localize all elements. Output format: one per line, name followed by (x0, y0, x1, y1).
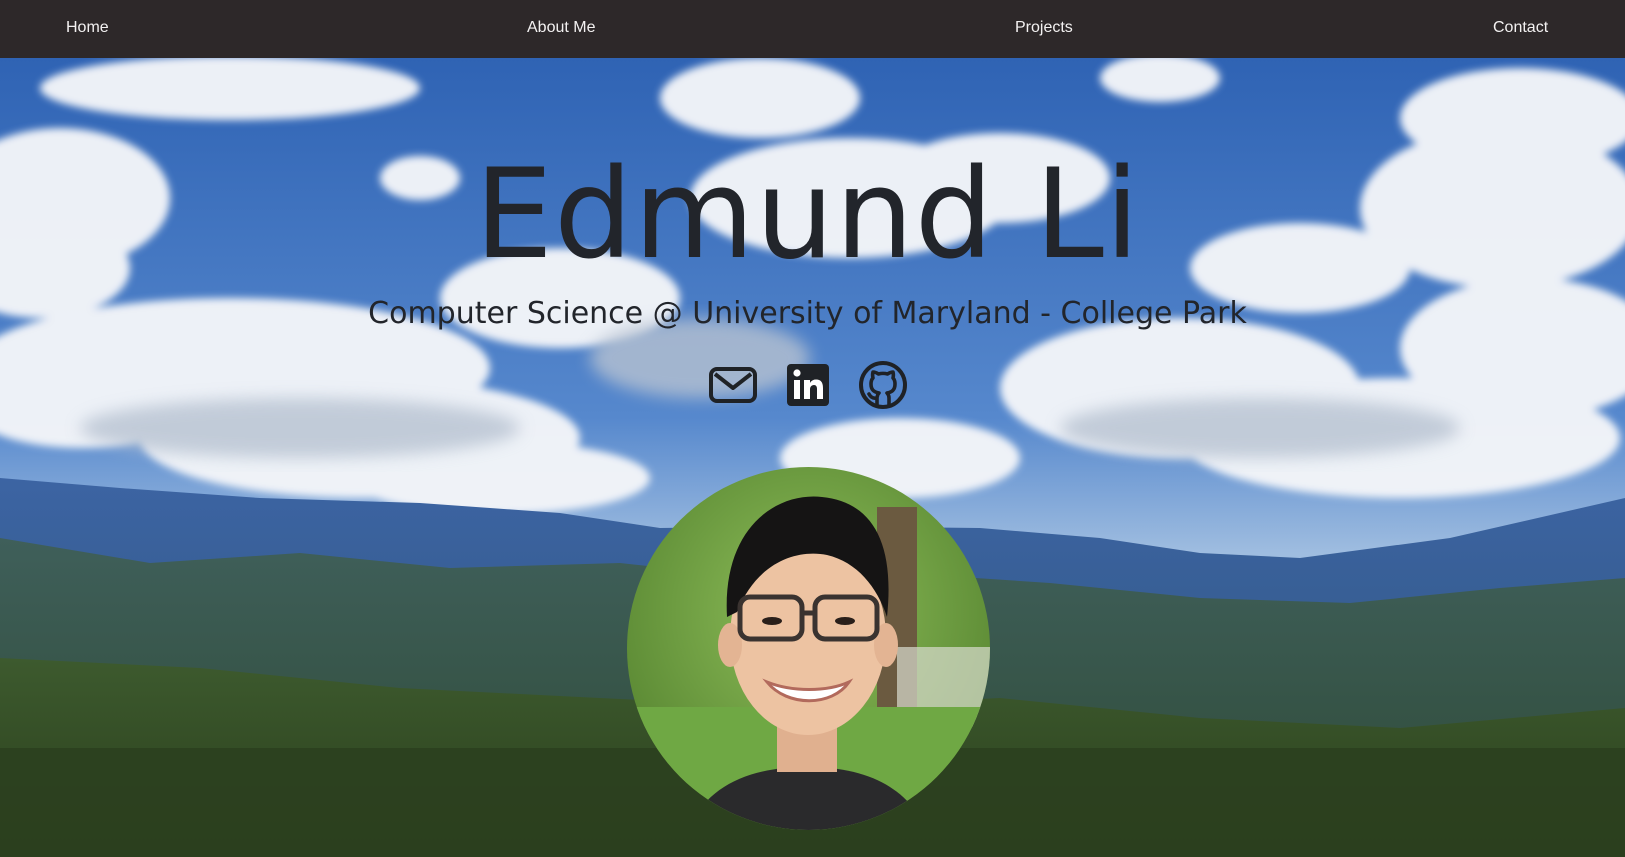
nav-home-link[interactable]: Home (66, 0, 109, 56)
top-navbar: Home About Me Projects Contact (0, 0, 1625, 58)
linkedin-icon[interactable] (783, 360, 833, 410)
page: Home About Me Projects Contact Edmund Li… (0, 0, 1625, 857)
hero-subtitle: Computer Science @ University of Marylan… (368, 296, 1247, 331)
envelope-icon[interactable] (708, 360, 758, 410)
nav-contact-link[interactable]: Contact (1493, 0, 1548, 56)
github-icon[interactable] (858, 360, 908, 410)
hero-section: Edmund Li Computer Science @ University … (0, 58, 1625, 857)
hero-name-heading: Edmund Li (474, 143, 1141, 287)
nav-about-link[interactable]: About Me (527, 0, 595, 56)
nav-projects-link[interactable]: Projects (1015, 0, 1073, 56)
profile-photo (627, 467, 990, 830)
